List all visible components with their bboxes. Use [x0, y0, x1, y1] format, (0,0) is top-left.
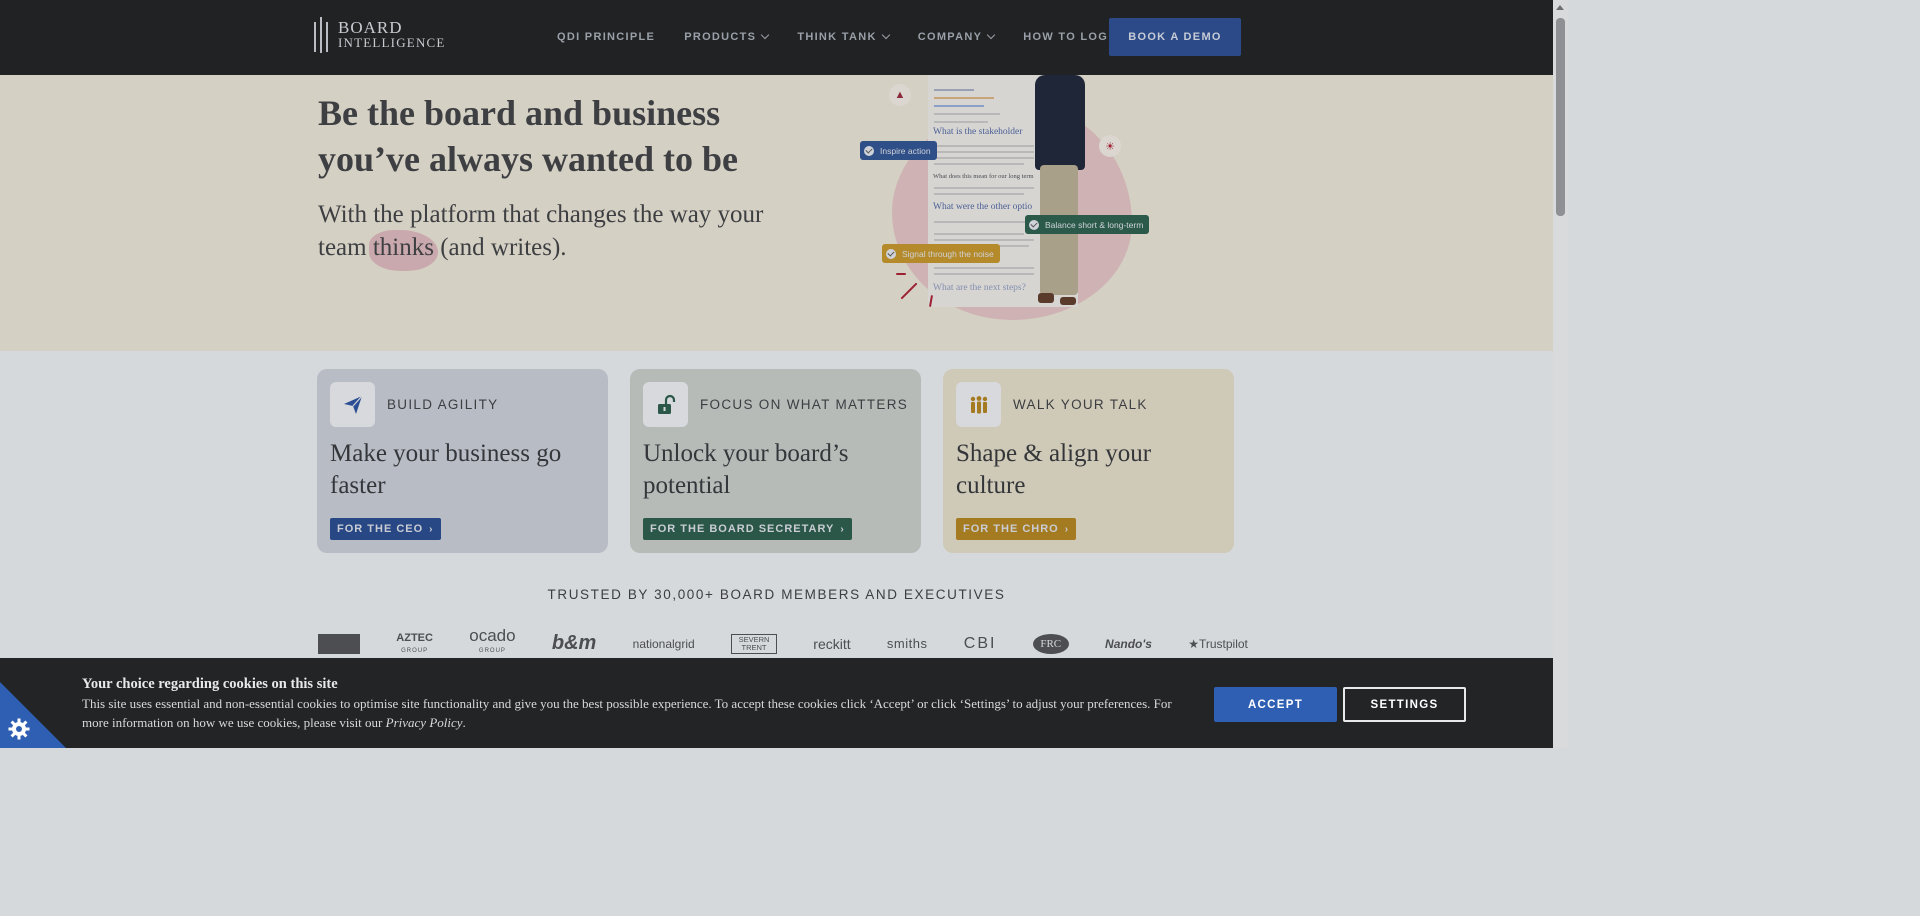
- client-logo-aztec: AZTEC GROUP: [396, 631, 433, 654]
- board-intelligence-logo[interactable]: BOARD INTELLIGENCE: [314, 17, 446, 53]
- privacy-policy-link[interactable]: Privacy Policy: [386, 715, 463, 730]
- card-kicker: BUILD AGILITY: [387, 397, 499, 412]
- card-title: Unlock your board’s potential: [643, 440, 849, 499]
- cookie-text: This site uses essential and non-essenti…: [82, 696, 1172, 730]
- accept-cookies-button[interactable]: ACCEPT: [1214, 687, 1337, 722]
- for-the-board-secretary-button[interactable]: FOR THE BOARD SECRETARY ›: [643, 518, 852, 540]
- lightbulb-icon: ☀: [1099, 135, 1121, 157]
- tag-balance: Balance short & long-term: [1025, 215, 1150, 234]
- doc-heading: What are the next steps?: [933, 283, 1026, 293]
- client-logo-reckitt: reckitt: [813, 635, 851, 652]
- woman-figure: [1030, 75, 1090, 310]
- nav-products[interactable]: PRODUCTS: [684, 30, 770, 43]
- doc-heading: What is the stakeholder: [933, 127, 1023, 137]
- tag-signal: Signal through the noise: [882, 244, 1000, 263]
- client-logo-bm: b&m: [551, 632, 597, 654]
- book-a-demo-button[interactable]: BOOK A DEMO: [1109, 18, 1241, 56]
- chevron-right-icon: ›: [1064, 523, 1070, 535]
- chevron-down-icon: [986, 30, 996, 40]
- value-cards: BUILD AGILITY Make your business go fast…: [317, 369, 1234, 553]
- spark-mark: [900, 282, 918, 300]
- people-icon: [956, 382, 1001, 427]
- client-logo-severn-trent: SEVERN TRENT: [730, 633, 777, 654]
- nav-company[interactable]: COMPANY: [918, 30, 996, 43]
- tag-inspire-action: Inspire action: [860, 141, 937, 160]
- paper-plane-icon: [330, 382, 375, 427]
- cookie-title: Your choice regarding cookies on this si…: [82, 676, 338, 692]
- card-title: Make your business go faster: [330, 440, 562, 499]
- highlighted-word: thinks: [372, 234, 434, 261]
- client-logo-trustpilot: ★Trustpilot: [1188, 636, 1248, 651]
- chevron-right-icon: ›: [429, 523, 434, 535]
- client-logo-frc: FRC: [1032, 633, 1069, 654]
- logo-line-2: INTELLIGENCE: [338, 35, 446, 50]
- check-icon: [1029, 219, 1039, 230]
- graduation-cap-icon: ▲: [889, 84, 911, 106]
- scroll-up-arrow-icon[interactable]: [1556, 5, 1564, 10]
- star-icon: ★: [1188, 636, 1199, 651]
- chevron-right-icon: ›: [840, 523, 845, 535]
- top-nav: BOARD INTELLIGENCE QDI PRINCIPLE PRODUCT…: [0, 0, 1553, 75]
- nav-qdi-principle[interactable]: QDI PRINCIPLE: [557, 31, 655, 43]
- client-logo-ocado: ocado GROUP: [469, 626, 516, 654]
- chevron-down-icon: [881, 30, 890, 40]
- client-logo-cbi: CBI: [963, 634, 997, 652]
- card-kicker: FOCUS ON WHAT MATTERS: [700, 397, 909, 412]
- for-the-chro-button[interactable]: FOR THE CHRO ›: [956, 518, 1077, 540]
- card-walk-your-talk: WALK YOUR TALK Shape & align your cultur…: [943, 369, 1234, 553]
- client-logo-nationalgrid: nationalgrid: [632, 636, 695, 651]
- page-scrollbar[interactable]: [1553, 0, 1568, 748]
- logo-line-1: BOARD: [338, 18, 403, 37]
- client-logo-box: [318, 633, 360, 654]
- client-logos: AZTEC GROUP ocado GROUP b&m nationalgrid S…: [318, 626, 1248, 657]
- card-focus: FOCUS ON WHAT MATTERS Unlock your board’…: [630, 369, 921, 553]
- doc-heading: What were the other optio: [933, 202, 1033, 212]
- hero-title: Be the board and business you’ve always …: [318, 93, 738, 179]
- unlock-icon: [643, 382, 688, 427]
- for-the-ceo-button[interactable]: FOR THE CEO ›: [330, 518, 441, 540]
- card-kicker: WALK YOUR TALK: [1013, 397, 1148, 412]
- card-build-agility: BUILD AGILITY Make your business go fast…: [317, 369, 608, 553]
- spark-mark: [896, 273, 906, 275]
- cookie-banner: Your choice regarding cookies on this si…: [0, 658, 1553, 748]
- check-icon: [864, 145, 874, 156]
- check-icon: [886, 248, 896, 259]
- trusted-heading: TRUSTED BY 30,000+ BOARD MEMBERS AND EXE…: [547, 587, 1006, 602]
- nav-think-tank[interactable]: THINK TANK: [797, 30, 890, 43]
- gear-icon[interactable]: [7, 717, 31, 741]
- logo-mark-icon: [314, 17, 328, 53]
- card-title: Shape & align your culture: [956, 440, 1152, 499]
- chevron-down-icon: [761, 30, 770, 40]
- client-logo-smiths: smiths: [886, 636, 928, 651]
- hero-illustration: What is the stakeholder What does this m…: [860, 75, 1160, 320]
- hero-subtitle: With the platform that changes the way y…: [318, 201, 764, 261]
- scroll-thumb[interactable]: [1556, 18, 1565, 216]
- main-menu: QDI PRINCIPLE PRODUCTS THINK TANK COMPAN…: [557, 30, 1155, 43]
- client-logo-nandos: Nando's: [1105, 636, 1152, 651]
- cookie-settings-button[interactable]: SETTINGS: [1343, 687, 1466, 722]
- doc-heading: What does this mean for our long term: [933, 173, 1034, 180]
